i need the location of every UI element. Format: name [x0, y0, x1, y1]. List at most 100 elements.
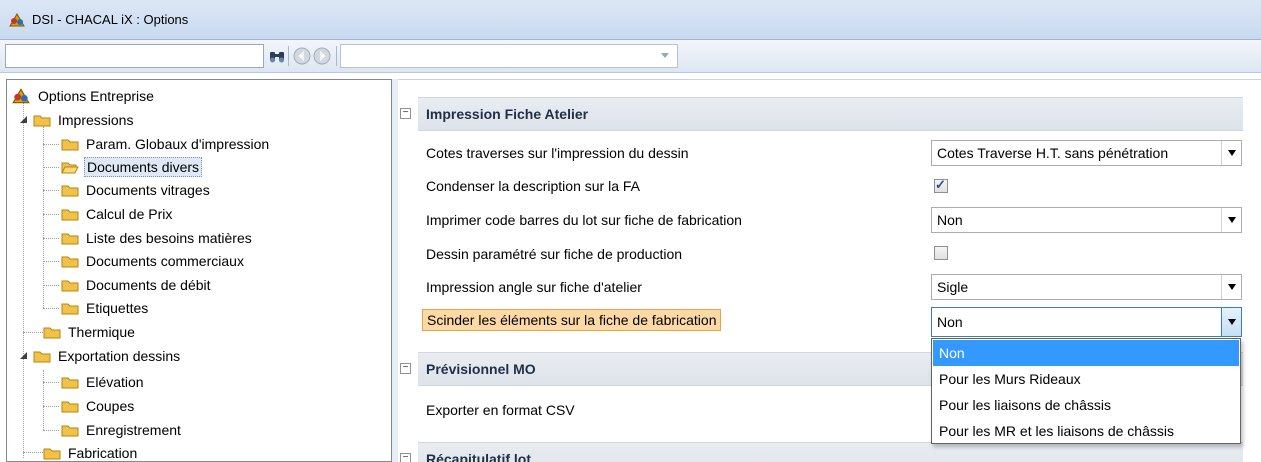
category-label: Prévisionnel MO — [426, 361, 536, 377]
property-label: Exporter en format CSV — [426, 402, 575, 418]
tree-item-documents-debit[interactable]: Documents de débit — [61, 274, 213, 296]
tree-item-label: Thermique — [68, 324, 135, 340]
dropdown-button[interactable] — [1221, 308, 1241, 336]
tree-connector — [43, 261, 59, 262]
folder-icon — [61, 401, 79, 412]
collapse-icon[interactable]: − — [400, 363, 411, 374]
category-recapitulatif-lot: − Récapitulatif lot — [398, 442, 1243, 462]
dropdown-button[interactable] — [1221, 208, 1241, 232]
tree-item-label: Liste des besoins matières — [86, 230, 252, 246]
tree-item-label: Impressions — [58, 112, 134, 128]
forward-arrow-icon[interactable] — [313, 47, 331, 65]
tree-item-param-globaux[interactable]: Param. Globaux d'impression — [61, 133, 271, 155]
dropdown-option-mr-et-liaisons[interactable]: Pour les MR et les liaisons de châssis — [933, 418, 1239, 444]
tree-item-label: Fabrication — [68, 445, 138, 461]
tree-item-elevation[interactable]: Elévation — [61, 371, 146, 393]
option-label: Non — [939, 345, 965, 361]
dropdown-option-non[interactable]: Non — [933, 340, 1239, 366]
window-title: DSI - CHACAL iX : Options — [32, 12, 189, 27]
back-arrow-icon[interactable] — [293, 47, 311, 65]
tree-item-label: Etiquettes — [86, 300, 149, 316]
code-barres-combo[interactable]: Non — [931, 207, 1242, 233]
tree-connector — [43, 308, 59, 309]
dessin-parametre-checkbox[interactable] — [934, 246, 948, 260]
tree-connector — [23, 102, 24, 458]
expanded-triangle-icon[interactable] — [19, 351, 28, 360]
combo-value: Non — [937, 314, 963, 330]
tree-item-label: Elévation — [86, 374, 144, 390]
dropdown-option-murs-rideaux[interactable]: Pour les Murs Rideaux — [933, 366, 1239, 392]
folder-icon — [61, 303, 79, 314]
impression-angle-combo[interactable]: Sigle — [931, 274, 1242, 300]
tree-item-thermique[interactable]: Thermique — [43, 321, 137, 343]
option-label: Pour les MR et les liaisons de châssis — [939, 423, 1174, 439]
options-tree: Options Entreprise Impressions Param. Gl… — [6, 79, 392, 462]
tree-connector — [43, 238, 59, 239]
tree-connector — [23, 452, 43, 453]
folder-icon — [61, 377, 79, 388]
category-impression-fiche-atelier: − Impression Fiche Atelier — [398, 97, 1243, 131]
search-input[interactable] — [5, 44, 264, 68]
property-label: Dessin paramétré sur fiche de production — [426, 246, 683, 262]
tree-item-exportation-dessins[interactable]: Exportation dessins — [33, 345, 182, 367]
tree-item-coupes[interactable]: Coupes — [61, 395, 136, 417]
tree-connector — [23, 332, 43, 333]
tree-item-label: Documents de débit — [86, 277, 211, 293]
chacal-app-icon — [9, 13, 25, 27]
toolbar-separator — [288, 46, 289, 66]
tree-connector — [43, 214, 59, 215]
folder-icon — [43, 327, 61, 338]
dropdown-arrow-icon — [1228, 217, 1236, 223]
tree-item-label: Exportation dessins — [58, 348, 181, 364]
scinder-elements-dropdown-list: Non Pour les Murs Rideaux Pour les liais… — [931, 338, 1241, 444]
tree-connector — [43, 190, 59, 191]
option-label: Pour les Murs Rideaux — [939, 371, 1081, 387]
navigation-select[interactable] — [340, 44, 678, 68]
expanded-triangle-icon[interactable] — [19, 115, 28, 124]
folder-icon — [61, 209, 79, 220]
combo-value: Sigle — [937, 279, 969, 295]
tree-item-enregistrement[interactable]: Enregistrement — [61, 419, 183, 441]
tree-connector — [43, 382, 59, 383]
tree-item-label: Documents commerciaux — [86, 253, 244, 269]
tree-connector — [43, 167, 59, 168]
folder-icon — [61, 425, 79, 436]
tree-item-calcul-de-prix[interactable]: Calcul de Prix — [61, 203, 174, 225]
tree-connector — [43, 126, 44, 308]
folder-icon — [43, 448, 61, 459]
property-label: Impression angle sur fiche d'atelier — [426, 279, 642, 295]
cotes-traverses-combo[interactable]: Cotes Traverse H.T. sans pénétration — [931, 140, 1242, 166]
tree-connector — [43, 285, 59, 286]
collapse-icon[interactable]: − — [400, 108, 411, 119]
toolbar-separator — [336, 46, 337, 66]
tree-connector — [43, 370, 44, 430]
tree-item-label: Coupes — [86, 398, 135, 414]
property-label: Cotes traverses sur l'impression du dess… — [426, 145, 689, 161]
folder-icon — [61, 256, 79, 267]
category-bar — [418, 442, 1243, 462]
scinder-elements-combo[interactable]: Non — [931, 307, 1242, 337]
dropdown-button[interactable] — [1221, 141, 1241, 165]
tree-item-fabrication[interactable]: Fabrication — [43, 442, 139, 461]
condenser-description-checkbox[interactable]: ✓ — [934, 177, 948, 193]
dropdown-arrow-icon — [1228, 150, 1236, 156]
dropdown-arrow-icon — [1228, 319, 1236, 325]
collapse-icon[interactable]: − — [400, 453, 411, 462]
tree-item-documents-commerciaux[interactable]: Documents commerciaux — [61, 250, 246, 272]
check-mark-icon: ✓ — [935, 177, 946, 192]
category-label: Récapitulatif lot — [426, 451, 532, 462]
combo-value: Cotes Traverse H.T. sans pénétration — [937, 145, 1169, 161]
dropdown-button[interactable] — [1221, 275, 1241, 299]
option-label: Pour les liaisons de châssis — [939, 397, 1111, 413]
folder-icon — [61, 185, 79, 196]
binoculars-icon[interactable] — [268, 47, 286, 65]
tree-item-documents-vitrages[interactable]: Documents vitrages — [61, 179, 212, 201]
tree-item-options-entreprise[interactable]: Options Entreprise — [11, 85, 156, 107]
dropdown-option-liaisons-chassis[interactable]: Pour les liaisons de châssis — [933, 392, 1239, 418]
tree-item-impressions[interactable]: Impressions — [33, 109, 135, 131]
tree-item-etiquettes[interactable]: Etiquettes — [61, 297, 150, 319]
tree-item-liste-besoins[interactable]: Liste des besoins matières — [61, 227, 254, 249]
tree-item-documents-divers[interactable]: Documents divers — [61, 156, 203, 178]
tree-connector — [43, 430, 59, 431]
property-label-selected: Scinder les éléments sur la fiche de fab… — [422, 309, 722, 331]
